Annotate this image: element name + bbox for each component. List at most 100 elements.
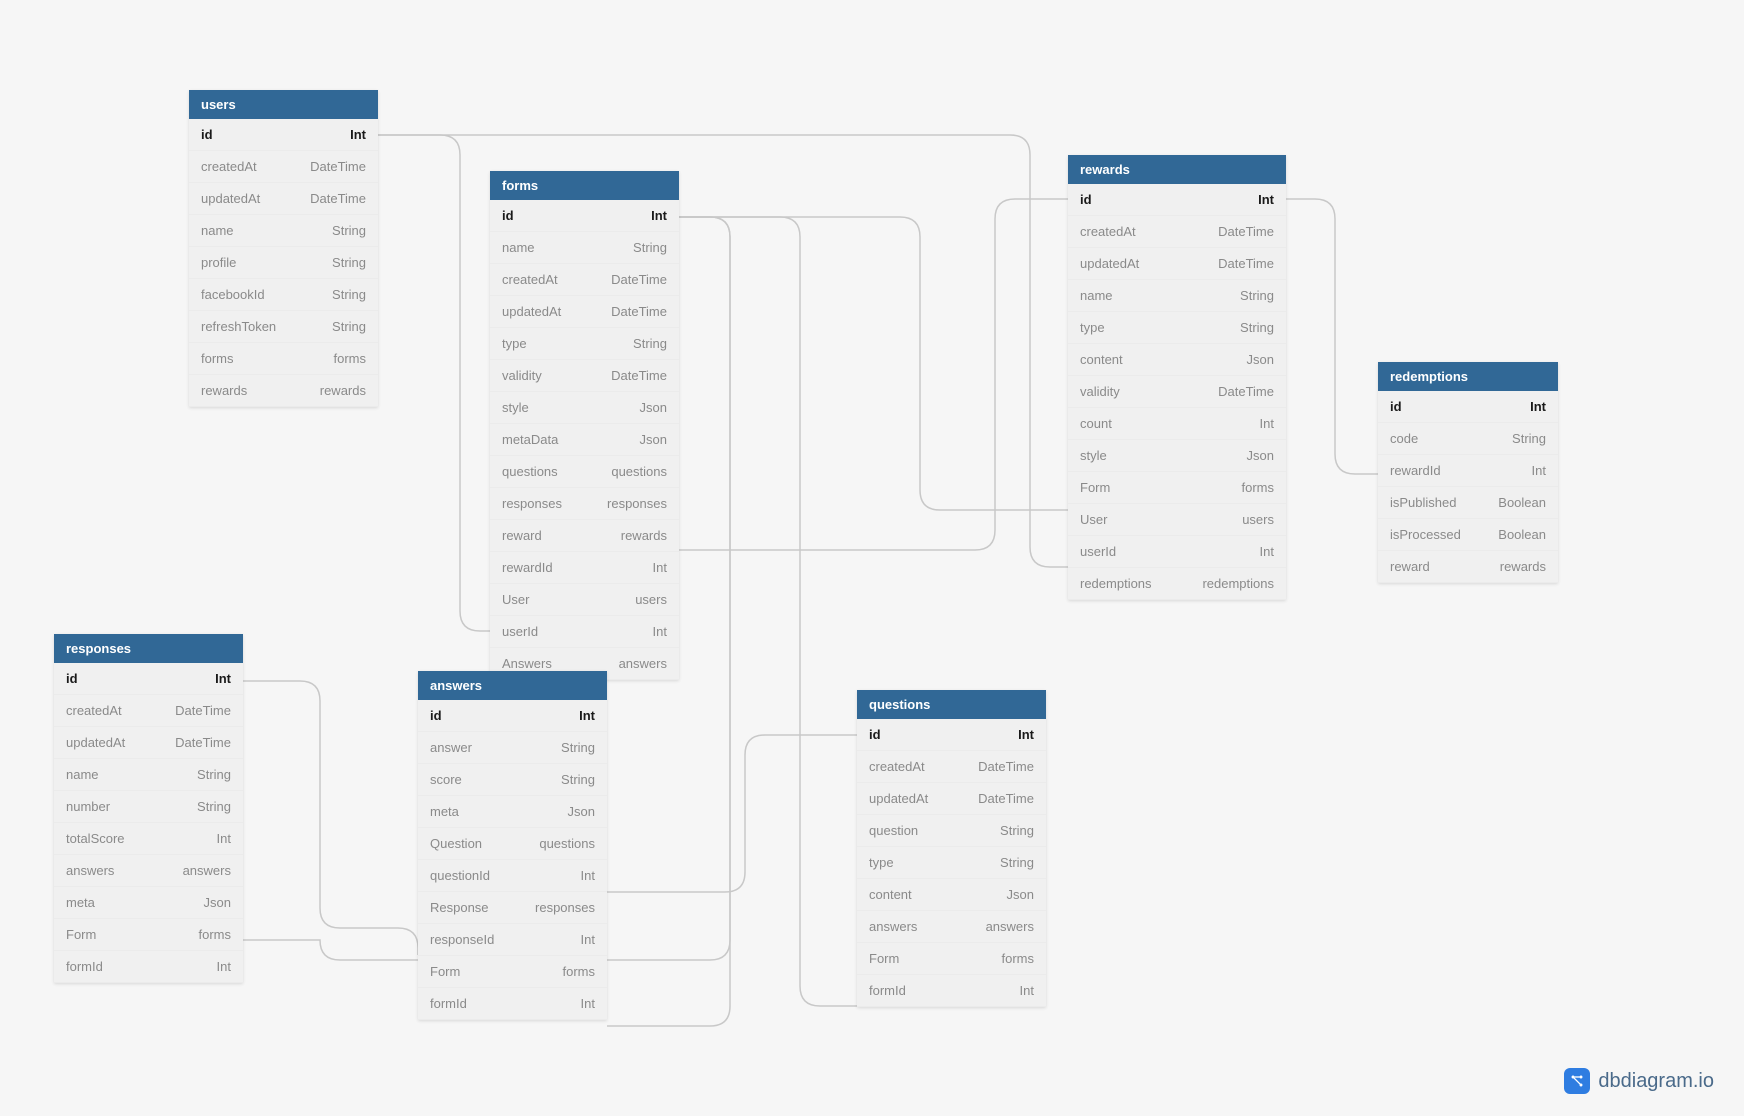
table-field-row[interactable]: scoreString [418,764,607,796]
table-field-row[interactable]: createdAtDateTime [857,751,1046,783]
field-name: meta [430,804,459,819]
table-redemptions[interactable]: redemptionsidIntcodeStringrewardIdIntisP… [1378,362,1558,583]
table-field-row[interactable]: questionString [857,815,1046,847]
table-field-row[interactable]: rewardrewards [490,520,679,552]
table-field-row[interactable]: typeString [490,328,679,360]
table-header[interactable]: responses [54,634,243,663]
table-field-row[interactable]: userIdInt [490,616,679,648]
table-field-row[interactable]: updatedAtDateTime [490,296,679,328]
table-answers[interactable]: answersidIntanswerStringscoreStringmetaJ… [418,671,607,1020]
table-field-row[interactable]: userIdInt [1068,536,1286,568]
table-field-row[interactable]: facebookIdString [189,279,378,311]
table-field-row[interactable]: formIdInt [857,975,1046,1007]
table-field-row[interactable]: Userusers [1068,504,1286,536]
table-field-row[interactable]: countInt [1068,408,1286,440]
table-field-row[interactable]: metaJson [418,796,607,828]
table-field-row[interactable]: numberString [54,791,243,823]
table-field-row[interactable]: nameString [54,759,243,791]
table-header[interactable]: rewards [1068,155,1286,184]
table-field-row[interactable]: isProcessedBoolean [1378,519,1558,551]
table-field-row[interactable]: Formforms [857,943,1046,975]
table-field-row[interactable]: updatedAtDateTime [189,183,378,215]
field-name: updatedAt [502,304,561,319]
field-name: id [1080,192,1092,207]
table-header[interactable]: questions [857,690,1046,719]
connection-line [607,735,857,892]
table-field-row[interactable]: questionIdInt [418,860,607,892]
table-field-row[interactable]: Formforms [54,919,243,951]
table-field-row[interactable]: validityDateTime [490,360,679,392]
table-field-row[interactable]: styleJson [490,392,679,424]
table-field-row[interactable]: contentJson [857,879,1046,911]
table-field-row[interactable]: Userusers [490,584,679,616]
table-field-row[interactable]: idInt [54,663,243,695]
table-field-row[interactable]: rewardIdInt [1378,455,1558,487]
field-name: createdAt [502,272,558,287]
table-field-row[interactable]: contentJson [1068,344,1286,376]
table-field-row[interactable]: questionsquestions [490,456,679,488]
field-type: Boolean [1498,527,1546,542]
table-field-row[interactable]: idInt [1378,391,1558,423]
table-field-row[interactable]: codeString [1378,423,1558,455]
table-field-row[interactable]: Formforms [418,956,607,988]
table-questions[interactable]: questionsidIntcreatedAtDateTimeupdatedAt… [857,690,1046,1007]
table-field-row[interactable]: nameString [189,215,378,247]
table-field-row[interactable]: profileString [189,247,378,279]
table-field-row[interactable]: rewardrewards [1378,551,1558,583]
table-field-row[interactable]: answersanswers [54,855,243,887]
table-header[interactable]: users [189,90,378,119]
table-field-row[interactable]: answersanswers [857,911,1046,943]
table-field-row[interactable]: styleJson [1068,440,1286,472]
table-field-row[interactable]: metaDataJson [490,424,679,456]
watermark-text: dbdiagram.io [1598,1070,1714,1093]
table-field-row[interactable]: updatedAtDateTime [857,783,1046,815]
table-field-row[interactable]: updatedAtDateTime [1068,248,1286,280]
table-header[interactable]: forms [490,171,679,200]
table-field-row[interactable]: updatedAtDateTime [54,727,243,759]
table-field-row[interactable]: Responseresponses [418,892,607,924]
table-users[interactable]: usersidIntcreatedAtDateTimeupdatedAtDate… [189,90,378,407]
table-field-row[interactable]: createdAtDateTime [54,695,243,727]
table-field-row[interactable]: idInt [490,200,679,232]
table-field-row[interactable]: Questionquestions [418,828,607,860]
table-field-row[interactable]: rewardIdInt [490,552,679,584]
table-field-row[interactable]: formIdInt [418,988,607,1020]
table-field-row[interactable]: responseIdInt [418,924,607,956]
table-field-row[interactable]: responsesresponses [490,488,679,520]
table-field-row[interactable]: idInt [857,719,1046,751]
table-field-row[interactable]: nameString [490,232,679,264]
table-responses[interactable]: responsesidIntcreatedAtDateTimeupdatedAt… [54,634,243,983]
table-field-row[interactable]: typeString [857,847,1046,879]
table-forms[interactable]: formsidIntnameStringcreatedAtDateTimeupd… [490,171,679,680]
table-field-row[interactable]: totalScoreInt [54,823,243,855]
field-type: Int [581,996,595,1011]
table-header[interactable]: answers [418,671,607,700]
diagram-canvas[interactable]: usersidIntcreatedAtDateTimeupdatedAtDate… [0,0,1744,1116]
field-name: content [1080,352,1123,367]
table-field-row[interactable]: refreshTokenString [189,311,378,343]
table-field-row[interactable]: idInt [189,119,378,151]
table-field-row[interactable]: nameString [1068,280,1286,312]
table-field-row[interactable]: formIdInt [54,951,243,983]
table-field-row[interactable]: createdAtDateTime [189,151,378,183]
table-field-row[interactable]: answerString [418,732,607,764]
table-field-row[interactable]: idInt [1068,184,1286,216]
table-field-row[interactable]: createdAtDateTime [1068,216,1286,248]
table-field-row[interactable]: createdAtDateTime [490,264,679,296]
table-rewards[interactable]: rewardsidIntcreatedAtDateTimeupdatedAtDa… [1068,155,1286,600]
table-field-row[interactable]: typeString [1068,312,1286,344]
table-field-row[interactable]: formsforms [189,343,378,375]
table-header[interactable]: redemptions [1378,362,1558,391]
table-field-row[interactable]: validityDateTime [1068,376,1286,408]
table-field-row[interactable]: Formforms [1068,472,1286,504]
table-field-row[interactable]: metaJson [54,887,243,919]
table-field-row[interactable]: isPublishedBoolean [1378,487,1558,519]
table-field-row[interactable]: redemptionsredemptions [1068,568,1286,600]
field-type: Int [1532,463,1546,478]
field-name: Form [869,951,899,966]
field-type: responses [535,900,595,915]
connection-line [378,135,1068,567]
table-field-row[interactable]: idInt [418,700,607,732]
table-field-row[interactable]: rewardsrewards [189,375,378,407]
field-type: Int [217,959,231,974]
